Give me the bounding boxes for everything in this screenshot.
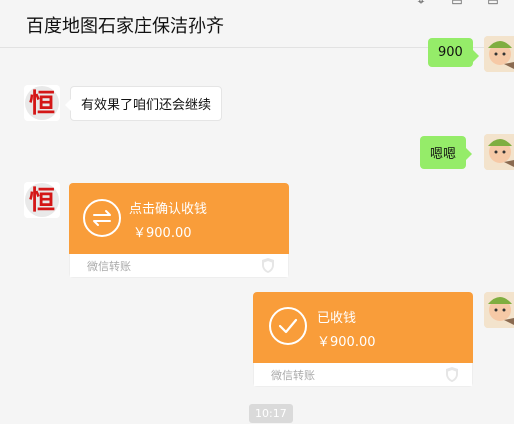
timestamp: 10:17 — [249, 404, 293, 423]
avatar-self[interactable] — [484, 292, 514, 328]
outgoing-message-900: 900 — [428, 38, 479, 67]
transfer-card-top[interactable]: 点击确认收钱 ￥900.00 — [69, 183, 289, 254]
avatar-contact[interactable]: 恒 — [24, 85, 60, 121]
check-circle-icon — [269, 307, 307, 345]
shield-icon — [444, 366, 460, 383]
transfer-title: 已收钱 — [317, 311, 357, 326]
transfer-footer: 微信转账 — [69, 254, 289, 278]
chat-title: 百度地图石家庄保洁孙齐 — [26, 16, 224, 37]
message-text: 900 — [438, 45, 463, 60]
transfer-amount: ￥900.00 — [317, 335, 376, 350]
outgoing-message-enen: 嗯嗯 — [420, 136, 473, 169]
pin-icon[interactable]: ⌖ — [414, 0, 428, 7]
avatar-contact[interactable]: 恒 — [24, 182, 60, 218]
swap-arrows-icon — [83, 199, 121, 237]
transfer-title: 点击确认收钱 — [129, 202, 208, 217]
transfer-amount: ￥900.00 — [133, 226, 192, 241]
avatar-self[interactable] — [484, 36, 514, 72]
transfer-card-top[interactable]: 已收钱 ￥900.00 — [253, 292, 473, 363]
avatar-self[interactable] — [484, 134, 514, 170]
incoming-message: 有效果了咱们还会继续 — [64, 86, 223, 121]
transfer-footer-label: 微信转账 — [271, 369, 315, 382]
svg-text:恒: 恒 — [29, 89, 55, 119]
window-controls: ⌖ ▭ ▭ — [414, 0, 500, 7]
message-text: 有效果了咱们还会继续 — [81, 98, 212, 113]
transfer-card-incoming[interactable]: 点击确认收钱 ￥900.00 微信转账 — [69, 183, 289, 278]
transfer-footer: 微信转账 — [253, 363, 473, 387]
minimize-icon[interactable]: ▭ — [450, 0, 464, 7]
svg-text:恒: 恒 — [29, 186, 55, 216]
transfer-footer-label: 微信转账 — [87, 260, 131, 273]
shield-icon — [260, 257, 276, 274]
message-text: 嗯嗯 — [430, 147, 457, 162]
close-icon[interactable]: ▭ — [486, 0, 500, 7]
transfer-card-received[interactable]: 已收钱 ￥900.00 微信转账 — [253, 292, 473, 387]
